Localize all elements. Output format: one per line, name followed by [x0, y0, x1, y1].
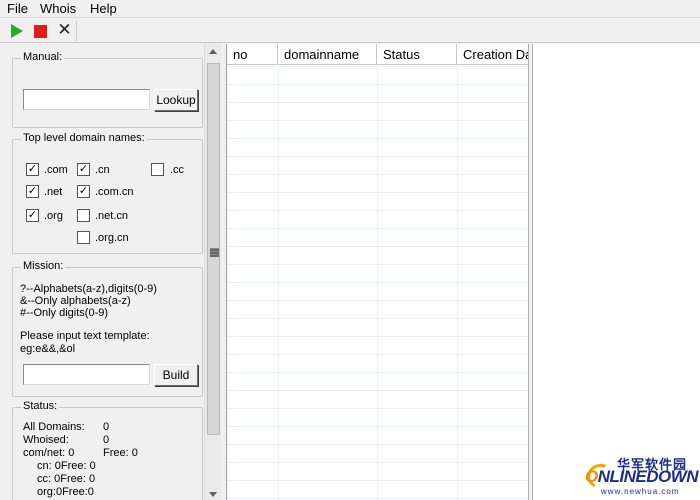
mission-group: Mission: ?--Alphabets(a-z),digits(0-9) &… [12, 260, 203, 397]
tld-title: Top level domain names: [21, 132, 147, 144]
checkbox-org-cn[interactable] [77, 231, 90, 244]
checkbox-cn[interactable]: ✓ [77, 163, 90, 176]
column-header-domainname[interactable]: domainname [278, 44, 377, 65]
checkbox-label-com: .com [44, 164, 68, 176]
checkbox-cc[interactable] [151, 163, 164, 176]
menu-whois[interactable]: Whois [40, 1, 76, 16]
checkbox-label-com-cn: .com.cn [95, 186, 134, 198]
checkbox-label-cc: .cc [170, 164, 185, 176]
checkbox-label-net-cn: .net.cn [95, 210, 129, 222]
checkbox-label-net: .net [44, 186, 63, 198]
all-domains-value: 0 [103, 421, 110, 433]
checkbox-net-cn[interactable] [77, 209, 90, 222]
watermark-logo: ONLINEDOWN [585, 467, 699, 487]
toolbar: ✕ [0, 19, 700, 43]
column-header-status[interactable]: Status [377, 44, 457, 65]
play-icon[interactable] [11, 24, 23, 38]
mission-hint-digit: #--Only digits(0-9) [20, 307, 109, 319]
grid-header: no domainname Status Creation Da [227, 44, 528, 65]
mission-hint-alpha: &--Only alphabets(a-z) [20, 295, 131, 307]
lookup-button[interactable]: Lookup [154, 89, 198, 111]
scroll-down-icon[interactable] [209, 492, 217, 497]
checkbox-net[interactable]: ✓ [26, 185, 39, 198]
menu-file[interactable]: File [7, 1, 28, 16]
manual-title: Manual: [21, 51, 65, 63]
results-grid[interactable]: no domainname Status Creation Da [226, 44, 528, 500]
grid-column-line [457, 66, 458, 500]
column-header-creation-date[interactable]: Creation Da [457, 44, 528, 65]
toolbar-separator [76, 21, 77, 41]
whoised-label: Whoised: [23, 434, 69, 446]
checkbox-com-cn[interactable]: ✓ [77, 185, 90, 198]
template-label: Please input text template: [20, 330, 150, 342]
left-panel-scrollbar[interactable]: ▬ ▬ ▬ [204, 43, 221, 500]
onlinedown-watermark: 华军软件园 ONLINEDOWN www.newhua.com [583, 452, 699, 498]
grid-column-line [377, 66, 378, 500]
detail-pane [533, 44, 700, 500]
comnet-count: com/net: 0 [23, 447, 75, 459]
whoised-value: 0 [103, 434, 110, 446]
checkbox-org[interactable]: ✓ [26, 209, 39, 222]
stop-icon[interactable] [34, 25, 47, 38]
menu-help[interactable]: Help [90, 1, 117, 16]
build-button[interactable]: Build [154, 364, 198, 386]
grip-icon: ▬ ▬ ▬ [210, 243, 219, 259]
org-count: org:0Free:0 [37, 486, 94, 498]
comnet-free: Free: 0 [103, 447, 138, 459]
all-domains-label: All Domains: [23, 421, 85, 433]
checkbox-label-org-cn: .org.cn [95, 232, 129, 244]
scroll-up-icon[interactable] [209, 49, 217, 54]
status-title: Status: [21, 400, 60, 412]
watermark-url: www.newhua.com [601, 487, 680, 496]
grid-column-line [278, 66, 279, 500]
mission-hint-any: ?--Alphabets(a-z),digits(0-9) [20, 283, 157, 295]
manual-domain-input[interactable] [23, 89, 150, 110]
cc-count: cc: 0Free: 0 [37, 473, 96, 485]
watermark-logo-rest: NLINEDOWN [597, 467, 699, 486]
checkbox-label-cn: .cn [95, 164, 110, 176]
tld-group: Top level domain names: ✓ .com ✓ .cn .cc ✓ .ne… [12, 132, 203, 254]
left-panel: Manual: Lookup Top level domain names: ✓… [0, 43, 221, 500]
status-group: Status: All Domains: 0 Whoised: 0 com/ne… [12, 400, 203, 500]
column-header-no[interactable]: no [227, 44, 278, 65]
manual-group: Manual: Lookup [12, 51, 203, 128]
menu-bar: File Whois Help [0, 0, 700, 18]
mission-title: Mission: [21, 260, 66, 272]
template-example: eg:e&&,&ol [20, 343, 76, 355]
checkbox-label-org: .org [44, 210, 63, 222]
cn-count: cn: 0Free: 0 [37, 460, 96, 472]
scroll-thumb[interactable]: ▬ ▬ ▬ [207, 63, 220, 435]
watermark-logo-o: O [585, 467, 598, 486]
checkbox-com[interactable]: ✓ [26, 163, 39, 176]
template-input[interactable] [23, 364, 150, 385]
close-icon[interactable]: ✕ [57, 21, 72, 38]
